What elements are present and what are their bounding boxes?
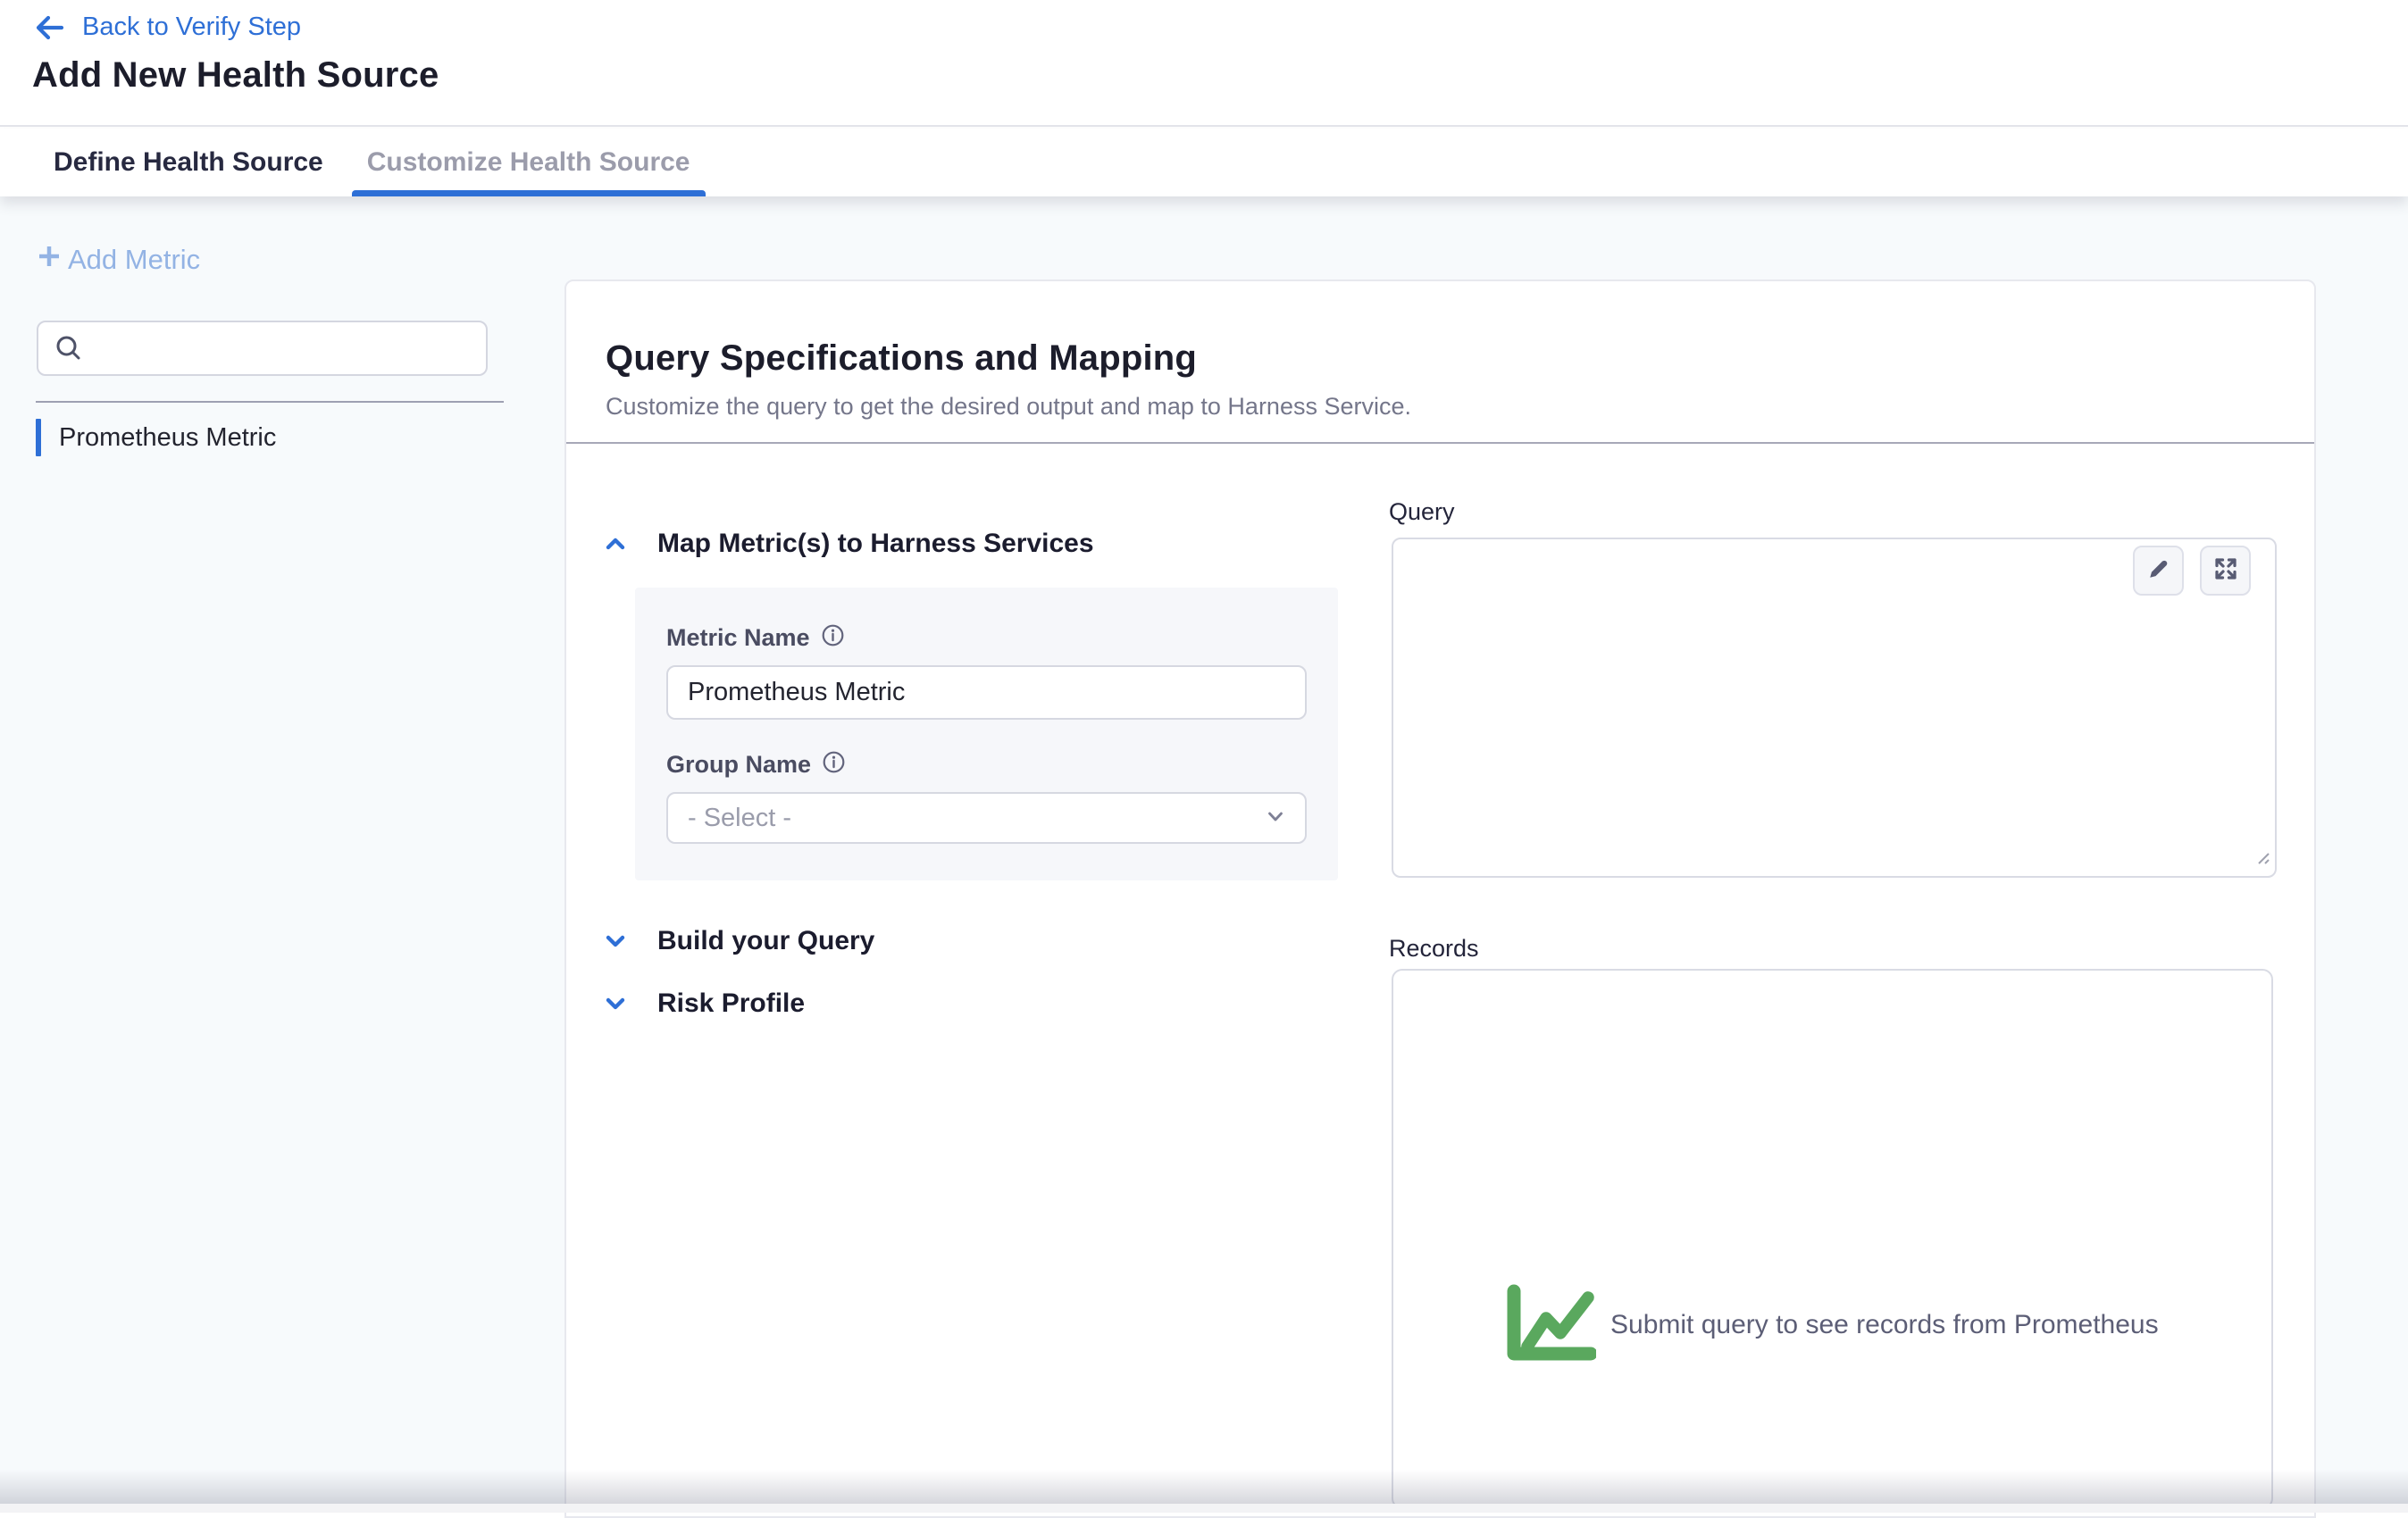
- query-specifications-card: Query Specifications and Mapping Customi…: [564, 279, 2316, 1518]
- section-map-metrics-header[interactable]: Map Metric(s) to Harness Services: [602, 529, 1094, 559]
- metric-name-input[interactable]: [666, 665, 1307, 720]
- tab-define-health-source[interactable]: Define Health Source: [38, 129, 339, 196]
- metric-search-input[interactable]: [37, 321, 488, 376]
- group-name-select[interactable]: - Select -: [666, 792, 1307, 844]
- sidebar-item-prometheus-metric[interactable]: Prometheus Metric: [36, 418, 504, 457]
- card-title: Query Specifications and Mapping: [606, 338, 2314, 379]
- plus-icon: [36, 243, 63, 277]
- add-metric-label: Add Metric: [68, 244, 200, 276]
- resize-grip-icon[interactable]: [2251, 846, 2272, 872]
- edit-query-button[interactable]: [2133, 546, 2184, 596]
- records-panel: Submit query to see records from Prometh…: [1392, 969, 2273, 1509]
- expand-arrows-icon: [2212, 555, 2239, 587]
- chevron-down-icon: [1264, 805, 1287, 832]
- metric-item-label: Prometheus Metric: [59, 423, 276, 453]
- info-icon[interactable]: [822, 750, 846, 779]
- page-header: Back to Verify Step Add New Health Sourc…: [0, 0, 2408, 127]
- selected-indicator-bar: [36, 419, 41, 456]
- page-title: Add New Health Source: [32, 55, 439, 96]
- content-area: Add Metric Prometheus Metric Query Speci…: [0, 196, 2408, 1513]
- tab-customize-health-source[interactable]: Customize Health Source: [352, 129, 706, 196]
- search-icon: [54, 334, 83, 367]
- metric-name-label: Metric Name: [666, 624, 810, 652]
- select-placeholder: - Select -: [688, 804, 791, 833]
- query-editor: [1392, 538, 2277, 878]
- section-risk-profile-header[interactable]: Risk Profile: [602, 988, 805, 1019]
- back-to-verify-step-link[interactable]: Back to Verify Step: [34, 13, 301, 42]
- records-empty-message: Submit query to see records from Prometh…: [1610, 1310, 2159, 1340]
- metric-search: [37, 321, 488, 376]
- card-body: Map Metric(s) to Harness Services Metric…: [566, 444, 2314, 1516]
- expand-query-button[interactable]: [2200, 546, 2251, 596]
- add-metric-button[interactable]: Add Metric: [36, 243, 200, 277]
- pencil-icon: [2145, 555, 2172, 587]
- chevron-up-icon: [602, 530, 629, 557]
- section-build-query-header[interactable]: Build your Query: [602, 926, 874, 956]
- health-source-tabbar: Define Health Source Customize Health So…: [0, 129, 2408, 196]
- group-name-label: Group Name: [666, 751, 811, 779]
- records-empty-state: Submit query to see records from Prometh…: [1506, 1284, 2159, 1365]
- card-subtitle: Customize the query to get the desired o…: [606, 393, 2314, 421]
- info-icon[interactable]: [821, 623, 845, 652]
- map-metric-form-panel: Metric Name Group Name: [635, 588, 1338, 880]
- section-label: Build your Query: [657, 926, 874, 956]
- arrow-left-icon: [34, 13, 66, 42]
- line-chart-icon: [1506, 1284, 1596, 1365]
- sidebar-divider: [36, 401, 504, 403]
- metrics-sidebar: Add Metric Prometheus Metric: [0, 196, 564, 1513]
- chevron-down-icon: [602, 990, 629, 1017]
- records-label: Records: [1389, 935, 1479, 963]
- section-label: Risk Profile: [657, 988, 805, 1019]
- query-label: Query: [1389, 498, 1455, 526]
- back-link-label: Back to Verify Step: [82, 13, 301, 42]
- section-label: Map Metric(s) to Harness Services: [657, 529, 1094, 559]
- chevron-down-icon: [602, 928, 629, 955]
